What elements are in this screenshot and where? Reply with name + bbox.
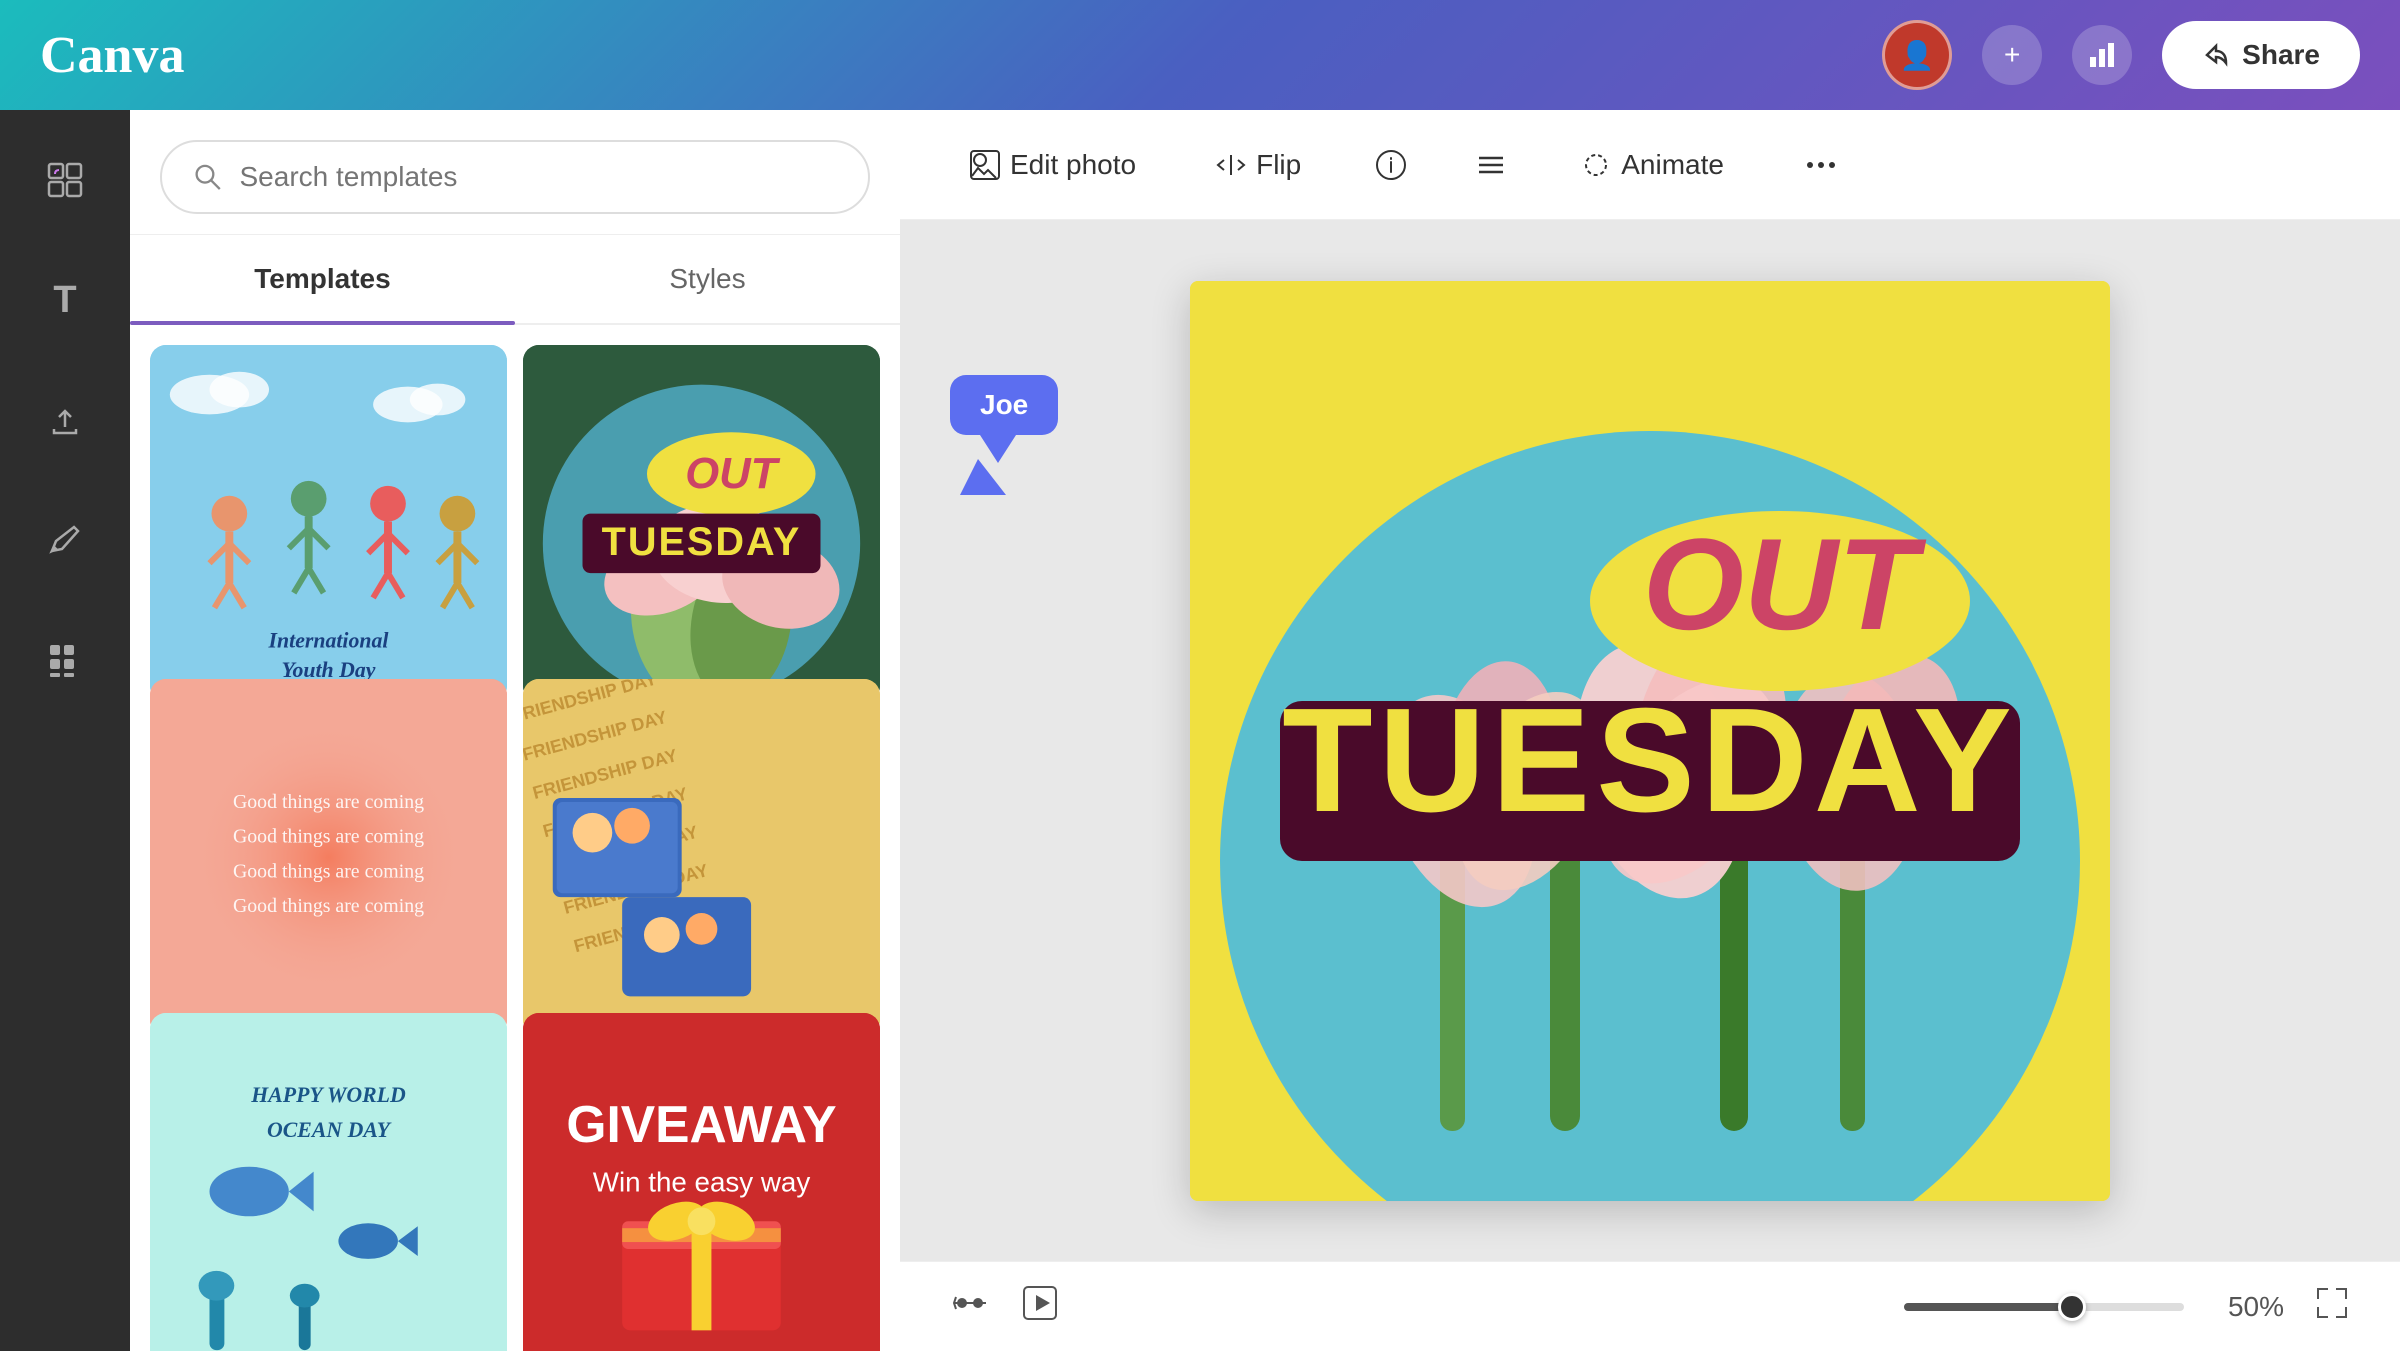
svg-text:GIVEAWAY: GIVEAWAY	[566, 1095, 836, 1153]
info-icon	[1374, 148, 1408, 182]
flip-icon	[1216, 150, 1246, 180]
toolbar: Edit photo Flip Animate	[900, 110, 2400, 220]
sidebar-item-draw[interactable]	[25, 500, 105, 580]
edit-photo-button[interactable]: Edit photo	[950, 135, 1156, 195]
svg-text:Win the easy way: Win the easy way	[593, 1167, 811, 1198]
sidebar-item-apps[interactable]	[25, 620, 105, 700]
bottom-bar: 50%	[900, 1261, 2400, 1351]
joe-label: Joe	[950, 375, 1058, 435]
search-input-wrap	[160, 140, 870, 214]
template-friendship-day[interactable]: FRIENDSHIP DAY FRIENDSHIP DAY FRIENDSHIP…	[523, 679, 880, 1036]
search-icon	[192, 160, 224, 194]
add-button[interactable]: +	[1982, 25, 2042, 85]
sidebar-item-layout[interactable]	[25, 140, 105, 220]
canva-logo: Canva	[40, 26, 184, 85]
joe-cursor-bubble: Joe	[950, 375, 1058, 495]
svg-text:Good things are coming: Good things are coming	[233, 895, 424, 917]
cursor-triangle	[960, 459, 1006, 495]
svg-text:HAPPY WORLD: HAPPY WORLD	[250, 1083, 406, 1107]
edit-photo-icon	[970, 150, 1000, 180]
animate-button[interactable]: Animate	[1561, 135, 1744, 195]
animate-icon	[1581, 150, 1611, 180]
user-avatar[interactable]: 👤	[1882, 20, 1952, 90]
info-button[interactable]	[1361, 135, 1421, 195]
more-icon	[1804, 148, 1838, 182]
canvas-viewport: Joe	[900, 220, 2400, 1261]
timeline-icon[interactable]	[950, 1283, 990, 1331]
more-button[interactable]	[1784, 134, 1858, 196]
template-youth-day[interactable]: International Youth Day	[150, 345, 507, 702]
template-good-things[interactable]: Good things are coming Good things are c…	[150, 679, 507, 1036]
svg-text:Good things are coming: Good things are coming	[233, 791, 424, 813]
canvas-area: Edit photo Flip Animate	[900, 110, 2400, 1351]
menu-button[interactable]	[1461, 135, 1521, 195]
sidebar: T	[0, 110, 130, 1351]
template-giveaway[interactable]: GIVEAWAY Win the easy way	[523, 1013, 880, 1351]
svg-text:OUT: OUT	[1643, 511, 1927, 657]
svg-text:Good things are coming: Good things are coming	[233, 826, 424, 848]
header: Canva 👤 + Share	[0, 0, 2400, 110]
tabs: Templates Styles	[130, 235, 900, 325]
tab-templates[interactable]: Templates	[130, 235, 515, 323]
play-icon[interactable]	[1020, 1283, 1060, 1331]
share-icon	[2202, 41, 2230, 69]
apps-icon	[46, 641, 84, 679]
share-button[interactable]: Share	[2162, 21, 2360, 89]
zoom-track[interactable]	[1904, 1303, 2184, 1311]
svg-text:International: International	[268, 628, 390, 652]
menu-icon	[1474, 148, 1508, 182]
main-canvas[interactable]: OUT TUESDAY	[1190, 281, 2110, 1201]
zoom-fill	[1904, 1303, 2072, 1311]
header-actions: 👤 + Share	[1882, 20, 2360, 90]
templates-panel: Templates Styles	[130, 110, 900, 1351]
sidebar-item-upload[interactable]	[25, 380, 105, 460]
template-ocean-day[interactable]: HAPPY WORLD OCEAN DAY	[150, 1013, 507, 1351]
upload-icon	[46, 401, 84, 439]
template-tuesday-out[interactable]: OUT TUESDAY	[523, 345, 880, 702]
stats-icon	[2086, 39, 2118, 71]
flip-button[interactable]: Flip	[1196, 135, 1321, 195]
zoom-bar: 50%	[1904, 1291, 2284, 1323]
svg-text:OUT: OUT	[685, 450, 780, 498]
template-grid: International Youth Day OUT T	[130, 325, 900, 1351]
search-bar	[130, 110, 900, 235]
svg-text:OCEAN DAY: OCEAN DAY	[267, 1118, 392, 1142]
draw-icon	[46, 521, 84, 559]
expand-icon[interactable]	[2314, 1285, 2350, 1329]
svg-text:Good things are coming: Good things are coming	[233, 860, 424, 882]
search-input[interactable]	[240, 161, 839, 193]
zoom-thumb[interactable]	[2058, 1293, 2086, 1321]
svg-text:TUESDAY: TUESDAY	[1282, 678, 2018, 843]
sidebar-item-text[interactable]: T	[25, 260, 105, 340]
tab-styles[interactable]: Styles	[515, 235, 900, 323]
stats-button[interactable]	[2072, 25, 2132, 85]
svg-text:TUESDAY: TUESDAY	[602, 520, 802, 564]
text-icon: T	[53, 279, 76, 322]
zoom-label: 50%	[2204, 1291, 2284, 1323]
